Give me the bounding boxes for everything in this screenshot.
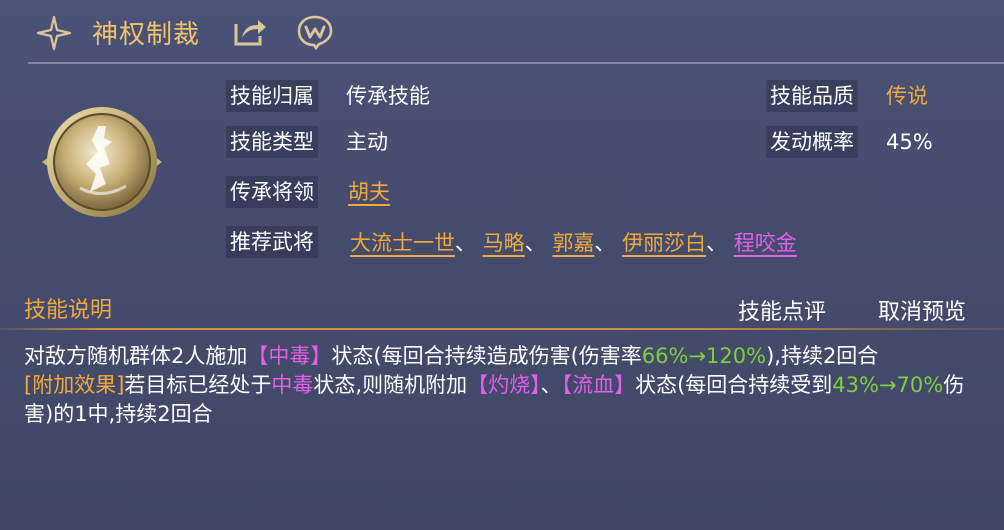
title-divider <box>28 62 1004 64</box>
separator: 、 <box>455 231 476 255</box>
recommend-general-link[interactable]: 伊丽莎白 <box>622 231 706 255</box>
separator: 、 <box>706 231 728 255</box>
skill-description: 对敌方随机群体2人施加【中毒】状态(每回合持续造成伤害(伤害率66%→120%)… <box>24 342 984 429</box>
general-label: 传承将领 <box>226 176 318 208</box>
status-name: 中毒 <box>271 373 314 397</box>
extra-effect-tag: [附加效果] <box>24 373 125 397</box>
cancel-preview-button[interactable]: 取消预览 <box>878 294 966 326</box>
sparkle-star-icon <box>36 15 72 51</box>
desc-text: 若目标已经处于 <box>124 373 272 397</box>
rate-label: 发动概率 <box>766 126 858 158</box>
desc-text: ),持续2回合 <box>766 344 879 368</box>
damage-rate: 43%→70% <box>832 373 944 397</box>
skill-title: 神权制裁 <box>92 20 201 50</box>
recommend-general-link[interactable]: 程咬金 <box>734 231 797 255</box>
skill-emblem-icon <box>42 107 162 217</box>
desc-text: 对敌方随机群体2人施加 <box>24 344 248 368</box>
separator: 、 <box>540 373 562 397</box>
w-chat-icon[interactable] <box>296 14 334 50</box>
belong-value: 传承技能 <box>346 84 430 108</box>
type-value: 主动 <box>346 130 388 154</box>
separator: 、 <box>524 231 546 255</box>
recommend-general-link[interactable]: 马略 <box>483 231 525 255</box>
skill-review-button[interactable]: 技能点评 <box>738 294 826 326</box>
quality-value: 传说 <box>886 84 928 108</box>
share-icon[interactable] <box>232 16 268 48</box>
damage-rate: 66%→120% <box>641 344 767 368</box>
section-divider <box>0 328 1004 330</box>
status-tag: 【灼烧】 <box>467 373 541 397</box>
separator: 、 <box>594 231 616 255</box>
title-bar: 神权制裁 <box>0 0 1004 62</box>
general-link[interactable]: 胡夫 <box>348 176 390 208</box>
section-title: 技能说明 <box>24 298 113 323</box>
desc-text: 状态,则随机附加 <box>313 373 468 397</box>
type-label: 技能类型 <box>226 126 318 158</box>
desc-text: 状态(每回合持续受到 <box>635 373 833 397</box>
status-tag: 【中毒】 <box>247 344 332 368</box>
quality-label: 技能品质 <box>766 80 858 112</box>
desc-text: 状态(每回合持续造成伤害(伤害率 <box>331 344 642 368</box>
rate-value: 45% <box>886 130 933 154</box>
recommend-list: 大流士一世、 马略、 郭嘉、 伊丽莎白、 程咬金 <box>350 226 797 260</box>
belong-label: 技能归属 <box>226 80 318 112</box>
recommend-general-link[interactable]: 大流士一世 <box>350 231 455 255</box>
status-tag: 【流血】 <box>561 373 636 397</box>
recommend-general-link[interactable]: 郭嘉 <box>552 231 594 255</box>
recommend-label: 推荐武将 <box>226 226 318 258</box>
